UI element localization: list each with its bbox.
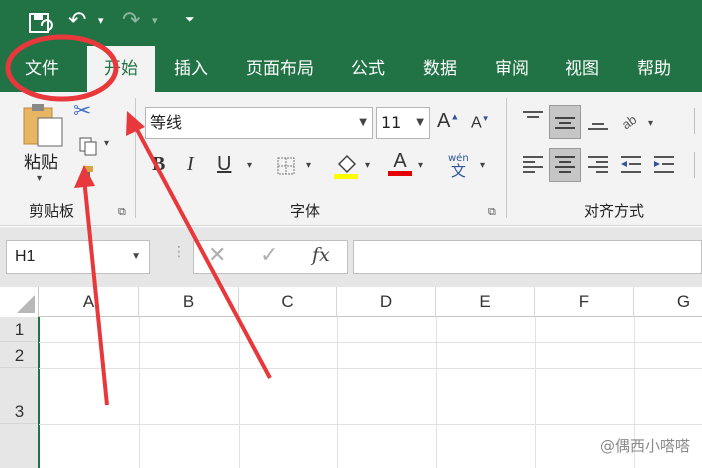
watermark: @偶西小嗒嗒 [599,437,690,455]
annotation-circle [5,34,119,102]
annotation-arrow-shaft [132,123,272,379]
annotation-arrow-head [74,165,95,188]
annotation-arrow-shaft [82,177,109,406]
annotation-overlay [5,34,272,406]
annotation-arrow-head [126,111,145,136]
